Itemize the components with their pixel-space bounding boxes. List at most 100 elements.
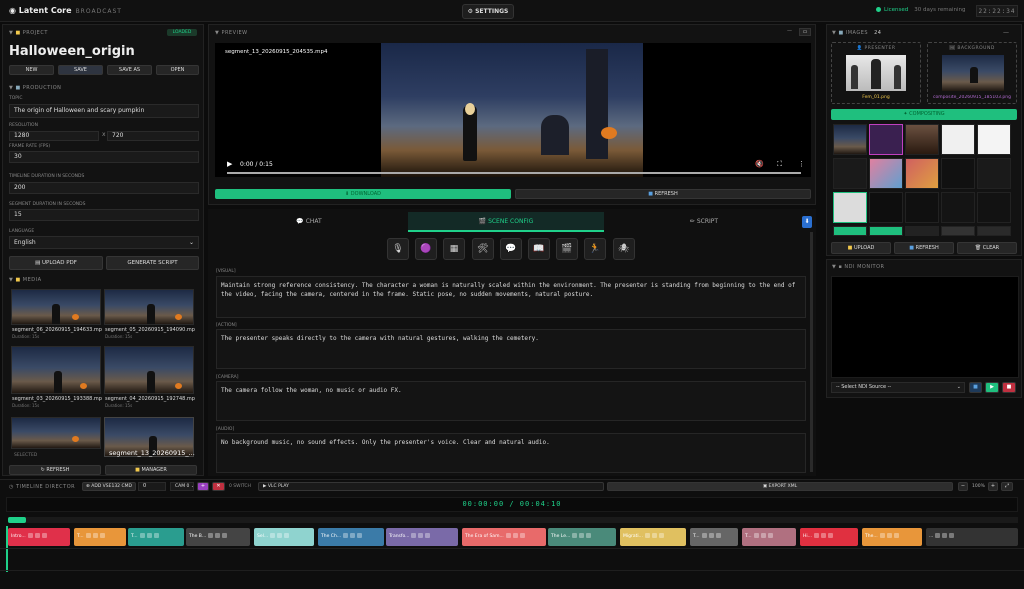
minimize-icon[interactable]: — xyxy=(787,28,797,36)
zoom-in-icon[interactable]: + xyxy=(988,482,998,491)
clip-action-icon[interactable] xyxy=(34,533,40,538)
timeline-clip[interactable]: ... xyxy=(926,528,1018,546)
new-button[interactable]: NEW xyxy=(9,65,54,75)
topic-input[interactable]: The origin of Halloween and scary pumpki… xyxy=(9,104,199,118)
timeline-clip[interactable]: The Era of Sam... xyxy=(462,528,546,546)
timeline-clip[interactable]: The Ch... xyxy=(318,528,384,546)
timeline-clip[interactable]: Migrati... xyxy=(620,528,686,546)
fullscreen-icon[interactable]: ⛶ xyxy=(777,160,782,169)
ndi-stop-icon[interactable]: ■ xyxy=(1002,382,1016,393)
clip-action-icon[interactable] xyxy=(215,533,221,538)
segment-duration-input[interactable]: 15 xyxy=(9,209,199,221)
cam-add-icon[interactable]: + xyxy=(197,482,209,491)
image-thumbnail[interactable] xyxy=(833,124,867,155)
minimize-icon[interactable]: — xyxy=(1003,29,1009,36)
vlc-play-button[interactable]: ▶ VLC PLAY xyxy=(258,482,604,491)
zoom-fit-icon[interactable]: ⤢ xyxy=(1001,482,1013,491)
spider-icon[interactable]: 🕷 xyxy=(613,238,635,260)
clip-action-icon[interactable] xyxy=(827,533,833,538)
style-icon[interactable]: 🟣 xyxy=(415,238,437,260)
clip-action-icon[interactable] xyxy=(85,533,91,538)
expand-icon[interactable]: ▭ xyxy=(799,28,811,36)
fps-input[interactable]: 30 xyxy=(9,151,199,163)
download-button[interactable]: ⬇ DOWNLOAD xyxy=(215,189,511,199)
add-cmd-button[interactable]: ⊕ ADD VSE132 CMD xyxy=(82,482,136,491)
clip-action-icon[interactable] xyxy=(277,533,283,538)
audio-textarea[interactable]: No background music, no sound effects. O… xyxy=(216,433,806,473)
clip-action-icon[interactable] xyxy=(343,533,349,538)
resolution-width-input[interactable]: 1280 xyxy=(9,131,99,141)
image-thumbnail[interactable] xyxy=(941,226,975,236)
clip-action-icon[interactable] xyxy=(350,533,356,538)
clip-action-icon[interactable] xyxy=(505,533,511,538)
resolution-height-input[interactable]: 720 xyxy=(107,131,199,141)
clip-action-icon[interactable] xyxy=(99,533,105,538)
timeline-clip[interactable]: T... xyxy=(690,528,738,546)
cam-remove-icon[interactable]: ✕ xyxy=(212,482,225,491)
clip-action-icon[interactable] xyxy=(284,533,290,538)
clip-action-icon[interactable] xyxy=(658,533,664,538)
image-thumbnail[interactable] xyxy=(941,192,975,223)
image-thumbnail[interactable] xyxy=(869,226,903,236)
image-thumbnail[interactable] xyxy=(905,124,939,155)
clip-action-icon[interactable] xyxy=(146,533,152,538)
image-thumbnail[interactable] xyxy=(941,124,975,155)
timeline-clip[interactable]: The Le... xyxy=(548,528,616,546)
mute-icon[interactable]: 🔇 xyxy=(755,160,764,168)
image-thumbnail[interactable] xyxy=(905,158,939,189)
image-thumbnail[interactable] xyxy=(869,158,903,189)
image-thumbnail[interactable] xyxy=(977,158,1011,189)
preview-refresh-button[interactable]: ■ REFRESH xyxy=(515,189,811,199)
play-icon[interactable]: ▶ xyxy=(227,160,232,168)
image-thumbnail[interactable] xyxy=(905,226,939,236)
image-thumbnail[interactable] xyxy=(833,226,867,236)
upload-pdf-button[interactable]: ▤ UPLOAD PDF xyxy=(9,256,103,270)
generate-script-button[interactable]: GENERATE SCRIPT xyxy=(106,256,199,270)
clip-action-icon[interactable] xyxy=(886,533,892,538)
media-thumbnail[interactable] xyxy=(11,346,101,394)
clip-action-icon[interactable] xyxy=(949,533,955,538)
cmd-value-input[interactable]: 0 xyxy=(138,482,166,491)
clip-action-icon[interactable] xyxy=(425,533,431,538)
media-thumbnail[interactable] xyxy=(11,289,101,325)
mic-icon[interactable]: 🎙 xyxy=(387,238,409,260)
image-thumbnail[interactable] xyxy=(977,192,1011,223)
clip-action-icon[interactable] xyxy=(139,533,145,538)
timeline-clip[interactable]: T... xyxy=(742,528,796,546)
clip-action-icon[interactable] xyxy=(753,533,759,538)
action-textarea[interactable]: The presenter speaks directly to the cam… xyxy=(216,329,806,369)
clip-action-icon[interactable] xyxy=(519,533,525,538)
settings-button[interactable]: ⚙ SETTINGS xyxy=(462,4,514,19)
timeline-ruler[interactable] xyxy=(8,517,1018,523)
zoom-out-icon[interactable]: − xyxy=(958,482,968,491)
camera-textarea[interactable]: The camera follow the woman, no music or… xyxy=(216,381,806,421)
clapper-icon[interactable]: 🎬 xyxy=(556,238,578,260)
book-icon[interactable]: 📖 xyxy=(528,238,550,260)
tools-icon[interactable]: 🛠 xyxy=(472,238,494,260)
image-thumbnail[interactable] xyxy=(941,158,975,189)
tab-script[interactable]: ✏ SCRIPT xyxy=(606,212,802,232)
speech-icon[interactable]: 💬 xyxy=(500,238,522,260)
clip-action-icon[interactable] xyxy=(41,533,47,538)
clip-action-icon[interactable] xyxy=(644,533,650,538)
clip-action-icon[interactable] xyxy=(942,533,948,538)
image-clear-button[interactable]: 🗑 CLEAR xyxy=(957,242,1017,254)
clip-action-icon[interactable] xyxy=(701,533,707,538)
image-upload-button[interactable]: ■ UPLOAD xyxy=(831,242,891,254)
playhead[interactable] xyxy=(6,526,8,572)
more-icon[interactable]: ⋮ xyxy=(798,160,805,168)
clip-action-icon[interactable] xyxy=(512,533,518,538)
timeline-clip[interactable]: T... xyxy=(74,528,126,546)
image-thumbnail[interactable] xyxy=(977,226,1011,236)
clip-action-icon[interactable] xyxy=(411,533,417,538)
timeline-clip[interactable]: Intro... xyxy=(8,528,70,546)
image-thumbnail[interactable] xyxy=(833,158,867,189)
clip-action-icon[interactable] xyxy=(270,533,276,538)
media-refresh-button[interactable]: ↻ REFRESH xyxy=(9,465,101,475)
timeline-playhead-region[interactable] xyxy=(8,517,26,523)
clip-action-icon[interactable] xyxy=(893,533,899,538)
media-thumbnail[interactable] xyxy=(104,289,194,325)
timeline-duration-input[interactable]: 200 xyxy=(9,182,199,194)
video-progress-bar[interactable] xyxy=(227,172,801,174)
compositing-button[interactable]: ✦ COMPOSITING xyxy=(831,109,1017,120)
